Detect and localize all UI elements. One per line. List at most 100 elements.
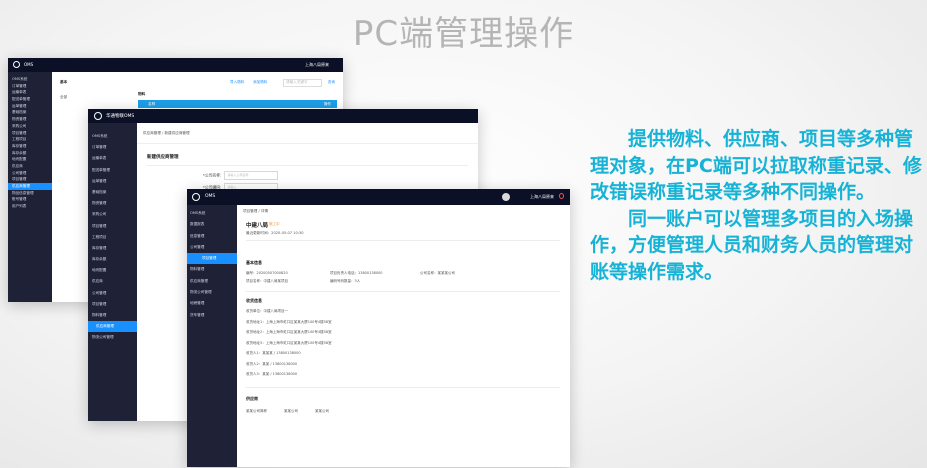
company-name-row: *公司名称: 请输入公司名称 [203, 171, 279, 180]
record-title: 中建八局 [246, 223, 269, 229]
sidebar-item[interactable]: 配送单管理 [92, 165, 137, 176]
description: 提供物料、供应商、项目等多种管理对象，在PC端可以拉取称重记录、修改错误称重记录… [590, 126, 922, 285]
sidebar-item[interactable]: 配送单管理 [12, 96, 52, 103]
supplier-row: 某某公司简称 某某公司 某某公司 [246, 409, 329, 414]
table-header-name: 名称 [148, 102, 156, 106]
sidebar-item[interactable]: 信息管理 [190, 231, 237, 242]
divider [246, 240, 560, 241]
sidebar-item[interactable]: OMS系统 [92, 131, 137, 142]
search-input[interactable]: 请输入关键字 [283, 79, 322, 87]
sidebar-item[interactable]: 物资管理 [92, 198, 137, 209]
table-header-action: 操作 [323, 102, 331, 106]
sidebar-item[interactable]: 库存余额 [12, 150, 52, 157]
status-badge: 施工中 [269, 222, 280, 226]
user-name[interactable]: 上海八局原来 [530, 194, 554, 200]
sidebar-item[interactable]: 基础档案 [92, 187, 137, 198]
sidebar-item[interactable]: 地块配置 [12, 156, 52, 163]
sidebar-item[interactable]: OMS系统 [12, 76, 52, 83]
basic-info-field: 项目名称：中建八局某项目 [246, 279, 288, 283]
sidebar-item[interactable]: 用户列表 [12, 203, 52, 210]
basic-info-field: 公司名称：某某某公司 [420, 271, 455, 275]
toolbar-label: 物料 [138, 92, 146, 96]
logo-icon [94, 112, 102, 120]
sidebar-item[interactable]: 运输单表 [92, 153, 137, 164]
sidebar-item[interactable]: 供应商管理 [190, 276, 237, 287]
sidebar-item[interactable]: 工程项目 [92, 232, 137, 243]
sidebar-item[interactable]: 采购公司 [12, 123, 52, 130]
sidebar-item[interactable]: 库存管理 [12, 143, 52, 150]
sidebar-item[interactable]: 项目管理 [92, 221, 137, 232]
sidebar-item[interactable]: 供应商 [92, 276, 137, 287]
sidebar-menu: OMS系统 数据报表 信息管理 公司管理 项目管理 物料管理 供应商管理 物流公司管理 地磅管理… [187, 208, 237, 321]
import-link[interactable]: 导入物料 [230, 80, 244, 85]
sidebar-item[interactable]: 物料管理 [92, 310, 137, 321]
basic-info-field: 编码号码数量：3人 [330, 279, 361, 283]
supplier-item: 某某公司 [315, 409, 329, 413]
receiver-info-line: 收货人2：某某 / 13800138000 [246, 361, 298, 366]
sidebar-item[interactable]: 供应商管理 [8, 183, 52, 190]
receiver-info-line: 收货人3：某某 / 13800138000 [246, 372, 298, 376]
sidebar-item[interactable]: 物品信息管理 [12, 190, 52, 197]
breadcrumb: 项目管理 / 详情 [243, 209, 269, 213]
sidebar-item[interactable]: 基础档案 [12, 109, 52, 116]
company-name-input[interactable]: 请输入公司名称 [224, 171, 279, 180]
sidebar-item[interactable]: 物流公司管理 [92, 332, 137, 343]
sidebar-item[interactable]: 运单管理 [12, 103, 52, 110]
sidebar-item[interactable]: 运输单表 [12, 89, 52, 96]
sidebar-item[interactable]: 账号管理 [12, 196, 52, 203]
sidebar-item[interactable]: 项目管理 [187, 253, 237, 265]
description-paragraph-2: 同一账户可以管理多项目的入场操作，方便管理人员和财务人员的管理对账等操作需求。 [590, 207, 914, 283]
logout-icon[interactable] [559, 193, 564, 199]
sidebar-item[interactable]: 采购公司 [92, 209, 137, 220]
sidebar-item[interactable]: 物流公司管理 [190, 287, 237, 298]
top-bar: OMS 上海八局原来 [8, 58, 343, 72]
sidebar-item[interactable]: 订单管理 [12, 83, 52, 90]
sidebar-item[interactable]: 地磅管理 [190, 298, 237, 309]
user-name[interactable]: 上海八局原来 [305, 62, 329, 68]
sidebar-item[interactable]: 物料管理 [190, 264, 237, 275]
receiver-info-line: 收货地址1：上海上海市虹口区某某大厦100号4楼58室 [246, 319, 332, 324]
sidebar-item[interactable]: 项目管理 [12, 176, 52, 183]
divider [246, 387, 560, 388]
sidebar-item[interactable]: 订单管理 [92, 142, 137, 153]
sidebar-menu: OMS系统 订单管理 运输单表 配送单管理 运单管理 基础档案 物资管理 采购公司 项目管理 工程… [8, 76, 52, 210]
basic-info-title: 基本信息 [246, 260, 262, 265]
receiver-info-line: 收货地址2：上海上海市虹口区某某大厦100号4楼58室 [246, 330, 332, 334]
brand-name: OMS [205, 194, 216, 199]
search-button[interactable]: 查询 [328, 80, 335, 85]
sidebar-item[interactable]: 工程项目 [12, 136, 52, 143]
supplier-title: 供应商 [246, 396, 258, 401]
divider [137, 143, 478, 144]
basic-info-field: 编号：20200507000820 [246, 271, 288, 275]
avatar[interactable] [502, 192, 510, 201]
sidebar-item[interactable]: 项目管理 [12, 130, 52, 137]
sidebar-item[interactable]: 供应商管理 [88, 321, 137, 333]
sidebar-menu: OMS系统 订单管理 运输单表 配送单管理 运单管理 基础档案 物资管理 采购公司 项目管理 工程… [88, 131, 137, 344]
add-link[interactable]: 添加物料 [253, 80, 267, 85]
sidebar-item[interactable]: 项目管理 [92, 299, 137, 310]
logo-icon [13, 61, 20, 68]
receiver-info-line: 收货单位：中建八局项目一 [246, 309, 288, 313]
basic-info-row: 项目名称：中建八局某项目 编码号码数量：3人 [246, 279, 360, 284]
divider [147, 165, 468, 166]
receiver-info-line: 收货地址3：上海上海市虹口区某某大厦100号4楼58室 [246, 340, 332, 345]
tree-item[interactable]: 全部 [60, 95, 67, 100]
page-title: 新建供应商管理 [147, 155, 179, 160]
sidebar-item[interactable]: 库存管理 [92, 243, 137, 254]
sidebar-item[interactable]: OMS系统 [190, 208, 237, 219]
sidebar-item[interactable]: 货车管理 [190, 310, 237, 321]
breadcrumb: 供应商管理 / 新建供应商管理 [143, 131, 190, 135]
sidebar-item[interactable]: 数据报表 [190, 219, 237, 230]
description-paragraph-1: 提供物料、供应商、项目等多种管理对象，在PC端可以拉取称重记录、修改错误称重记录… [590, 128, 922, 203]
sidebar-item[interactable]: 库存余额 [92, 254, 137, 265]
sidebar-item[interactable]: 供应商 [12, 163, 52, 170]
tree-header: 基本 [60, 80, 68, 84]
sidebar-item[interactable]: 运单管理 [92, 176, 137, 187]
sidebar-item[interactable]: 物资管理 [12, 116, 52, 123]
sidebar-item[interactable]: 公司管理 [190, 242, 237, 253]
sidebar-item[interactable]: 地块配置 [92, 265, 137, 276]
sidebar-item[interactable]: 公司管理 [12, 170, 52, 177]
supplier-item: 某某公司 [284, 409, 298, 413]
slide-title: PC端管理操作 [352, 14, 575, 54]
sidebar-item[interactable]: 公司管理 [92, 288, 137, 299]
